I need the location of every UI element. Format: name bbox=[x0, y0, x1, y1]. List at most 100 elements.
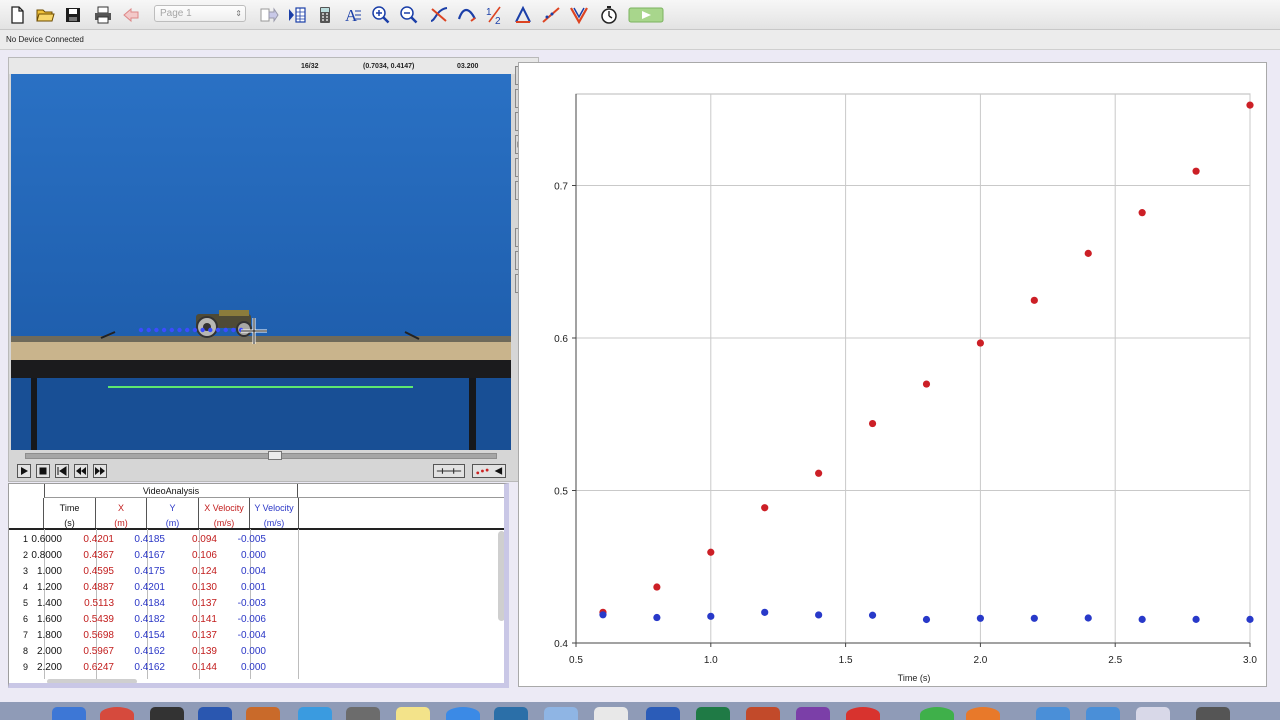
cell-time[interactable]: 0.8000 bbox=[31, 550, 62, 561]
horizontal-scrollbar[interactable] bbox=[47, 679, 137, 683]
text-annotation-icon[interactable]: A bbox=[342, 4, 364, 26]
table-row[interactable]: 7 1.800 0.5698 0.4154 0.137 -0.004 bbox=[9, 627, 298, 643]
cell-vy[interactable]: 0.000 bbox=[241, 550, 266, 561]
app-icon[interactable] bbox=[150, 707, 184, 720]
cell-time[interactable]: 1.400 bbox=[37, 598, 62, 609]
data-point[interactable] bbox=[815, 469, 823, 477]
data-point[interactable] bbox=[1084, 249, 1092, 257]
stopwatch-icon[interactable] bbox=[598, 4, 620, 26]
zoom-out-icon[interactable] bbox=[398, 4, 420, 26]
table-view-icon[interactable] bbox=[286, 4, 308, 26]
data-point[interactable] bbox=[761, 608, 769, 616]
tracked-point[interactable] bbox=[138, 327, 144, 333]
column-header-y[interactable]: Y (m) bbox=[147, 498, 199, 529]
cell-vy[interactable]: -0.005 bbox=[238, 534, 266, 545]
column-header-time[interactable]: Time (s) bbox=[44, 498, 96, 529]
curve-fit-icon[interactable] bbox=[456, 4, 478, 26]
table-row[interactable]: 2 0.8000 0.4367 0.4167 0.106 0.000 bbox=[9, 547, 298, 563]
tracked-point[interactable] bbox=[208, 327, 213, 333]
data-point[interactable] bbox=[707, 548, 715, 556]
data-point[interactable] bbox=[922, 615, 931, 624]
cell-x[interactable]: 0.5698 bbox=[83, 630, 114, 641]
cell-x[interactable]: 0.5967 bbox=[83, 646, 114, 657]
cell-y[interactable]: 0.4185 bbox=[134, 534, 165, 545]
data-point[interactable] bbox=[1138, 615, 1146, 623]
cell-x[interactable]: 0.5113 bbox=[84, 598, 114, 609]
tracked-point[interactable] bbox=[161, 327, 167, 333]
data-point[interactable] bbox=[868, 611, 877, 619]
cell-y[interactable]: 0.4201 bbox=[134, 582, 165, 593]
data-point[interactable] bbox=[653, 613, 661, 622]
cell-time[interactable]: 1.800 bbox=[37, 630, 62, 641]
table-row[interactable]: 1 0.6000 0.4201 0.4185 0.094 -0.005 bbox=[9, 531, 298, 547]
cell-y[interactable]: 0.4182 bbox=[134, 614, 165, 625]
cell-x[interactable]: 0.4887 bbox=[83, 582, 114, 593]
data-point[interactable] bbox=[1246, 615, 1254, 623]
tracked-point[interactable] bbox=[200, 327, 205, 333]
data-point[interactable] bbox=[707, 612, 715, 620]
cell-vx[interactable]: 0.106 bbox=[192, 550, 217, 561]
tracked-point[interactable] bbox=[192, 327, 198, 333]
data-point[interactable] bbox=[1246, 101, 1254, 109]
tracked-point[interactable] bbox=[185, 327, 190, 333]
cell-vy[interactable]: 0.001 bbox=[241, 582, 266, 593]
app-icon[interactable] bbox=[1136, 707, 1170, 720]
table-row[interactable]: 3 1.000 0.4595 0.4175 0.124 0.004 bbox=[9, 563, 298, 579]
video-frame[interactable] bbox=[11, 74, 511, 450]
cell-vx[interactable]: 0.137 bbox=[192, 598, 217, 609]
trash-icon[interactable] bbox=[1196, 707, 1230, 720]
firefox-icon[interactable] bbox=[966, 707, 1000, 720]
tracked-point[interactable] bbox=[223, 327, 228, 333]
table-row[interactable]: 8 2.000 0.5967 0.4162 0.139 0.000 bbox=[9, 643, 298, 659]
app-icon[interactable] bbox=[594, 707, 628, 720]
previous-frame-button[interactable] bbox=[74, 464, 88, 478]
data-point[interactable] bbox=[922, 380, 931, 388]
data-point[interactable] bbox=[599, 611, 607, 619]
cell-time[interactable]: 1.200 bbox=[37, 582, 62, 593]
back-icon[interactable] bbox=[120, 4, 142, 26]
app-icon[interactable] bbox=[198, 707, 232, 720]
data-point[interactable] bbox=[1030, 614, 1038, 622]
data-point[interactable] bbox=[976, 614, 984, 622]
play-button[interactable] bbox=[17, 464, 31, 478]
vertical-scrollbar[interactable] bbox=[498, 531, 504, 621]
column-header-x[interactable]: X (m) bbox=[96, 498, 147, 529]
table-row[interactable]: 5 1.400 0.5113 0.4184 0.137 -0.003 bbox=[9, 595, 298, 611]
tracked-point[interactable] bbox=[154, 327, 159, 333]
calculator-icon[interactable] bbox=[314, 4, 336, 26]
finder-icon[interactable] bbox=[52, 707, 86, 720]
data-point[interactable] bbox=[761, 504, 769, 512]
notes-icon[interactable] bbox=[396, 707, 430, 720]
cell-x[interactable]: 0.6247 bbox=[83, 662, 114, 673]
cell-x[interactable]: 0.4367 bbox=[83, 550, 114, 561]
graph-panel[interactable]: 0.5 1.0 1.5 2.0 2.5 3.0 0.4 0.5 0.6 0.7 Time (s) bbox=[518, 62, 1267, 687]
point-trail-button[interactable] bbox=[472, 464, 506, 478]
tracked-point[interactable] bbox=[177, 327, 182, 333]
table-row[interactable]: 4 1.200 0.4887 0.4201 0.130 0.001 bbox=[9, 579, 298, 595]
data-point[interactable] bbox=[1084, 614, 1092, 622]
cell-y[interactable]: 0.4162 bbox=[134, 646, 165, 657]
table-row[interactable]: 6 1.600 0.5439 0.4182 0.141 -0.006 bbox=[9, 611, 298, 627]
new-file-icon[interactable] bbox=[6, 4, 28, 26]
tracked-point[interactable] bbox=[169, 327, 174, 333]
folder-icon[interactable] bbox=[1086, 707, 1120, 720]
app-icon[interactable] bbox=[494, 707, 528, 720]
cell-x[interactable]: 0.5439 bbox=[83, 614, 114, 625]
scrubber-handle[interactable] bbox=[268, 451, 282, 460]
tracked-point[interactable] bbox=[215, 327, 221, 333]
set-frame-range-button[interactable] bbox=[433, 464, 465, 478]
open-folder-icon[interactable] bbox=[34, 4, 56, 26]
tracked-point[interactable] bbox=[231, 327, 236, 333]
half-icon[interactable]: 12 bbox=[484, 4, 506, 26]
save-icon[interactable] bbox=[62, 4, 84, 26]
cell-vx[interactable]: 0.137 bbox=[192, 630, 217, 641]
tracked-point[interactable] bbox=[146, 327, 151, 333]
cell-x[interactable]: 0.4201 bbox=[83, 534, 114, 545]
zoom-in-icon[interactable] bbox=[370, 4, 392, 26]
data-point[interactable] bbox=[653, 583, 661, 591]
cell-vx[interactable]: 0.144 bbox=[192, 662, 217, 673]
word-icon[interactable] bbox=[646, 707, 680, 720]
next-frame-button[interactable] bbox=[93, 464, 107, 478]
cell-vx[interactable]: 0.141 bbox=[192, 614, 217, 625]
cell-vx[interactable]: 0.124 bbox=[192, 566, 217, 577]
